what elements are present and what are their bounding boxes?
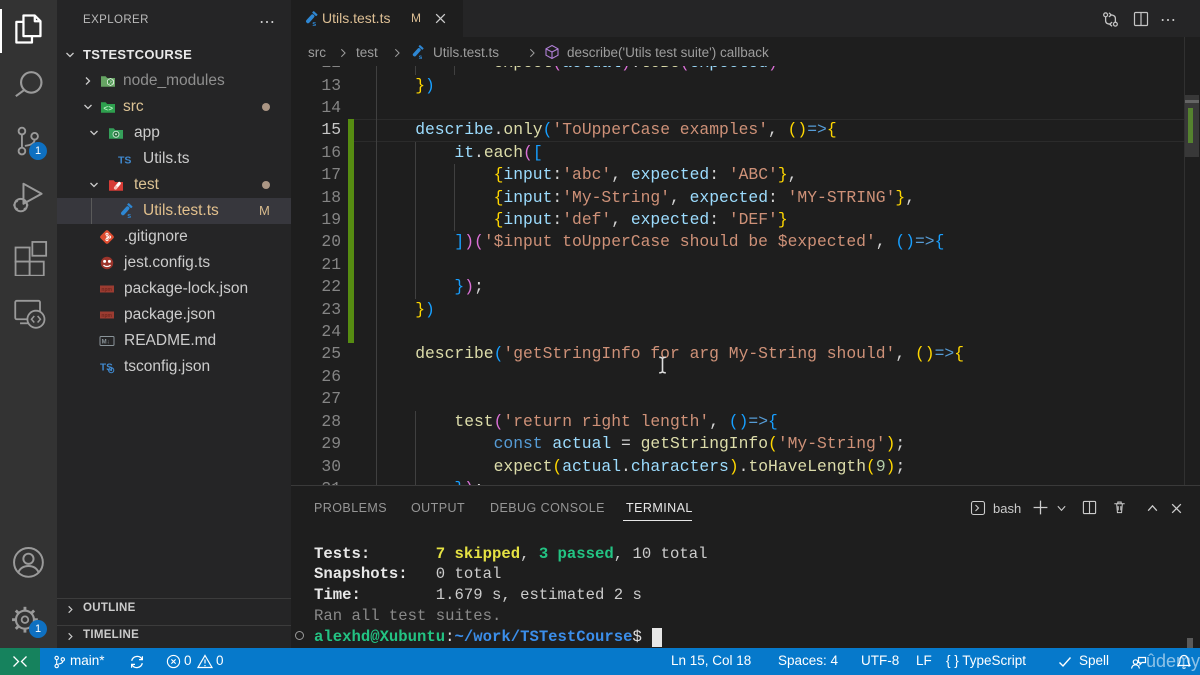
svg-text:npm: npm <box>101 287 112 293</box>
svg-text:s: s <box>312 21 316 27</box>
svg-text:s: s <box>419 54 423 60</box>
svg-text:npm: npm <box>101 313 112 319</box>
svg-text:M↓: M↓ <box>102 339 110 345</box>
svg-text:TS: TS <box>118 155 131 167</box>
svg-text:<>: <> <box>103 105 113 114</box>
svg-text:s: s <box>127 213 131 219</box>
svg-text:JS: JS <box>109 80 114 85</box>
